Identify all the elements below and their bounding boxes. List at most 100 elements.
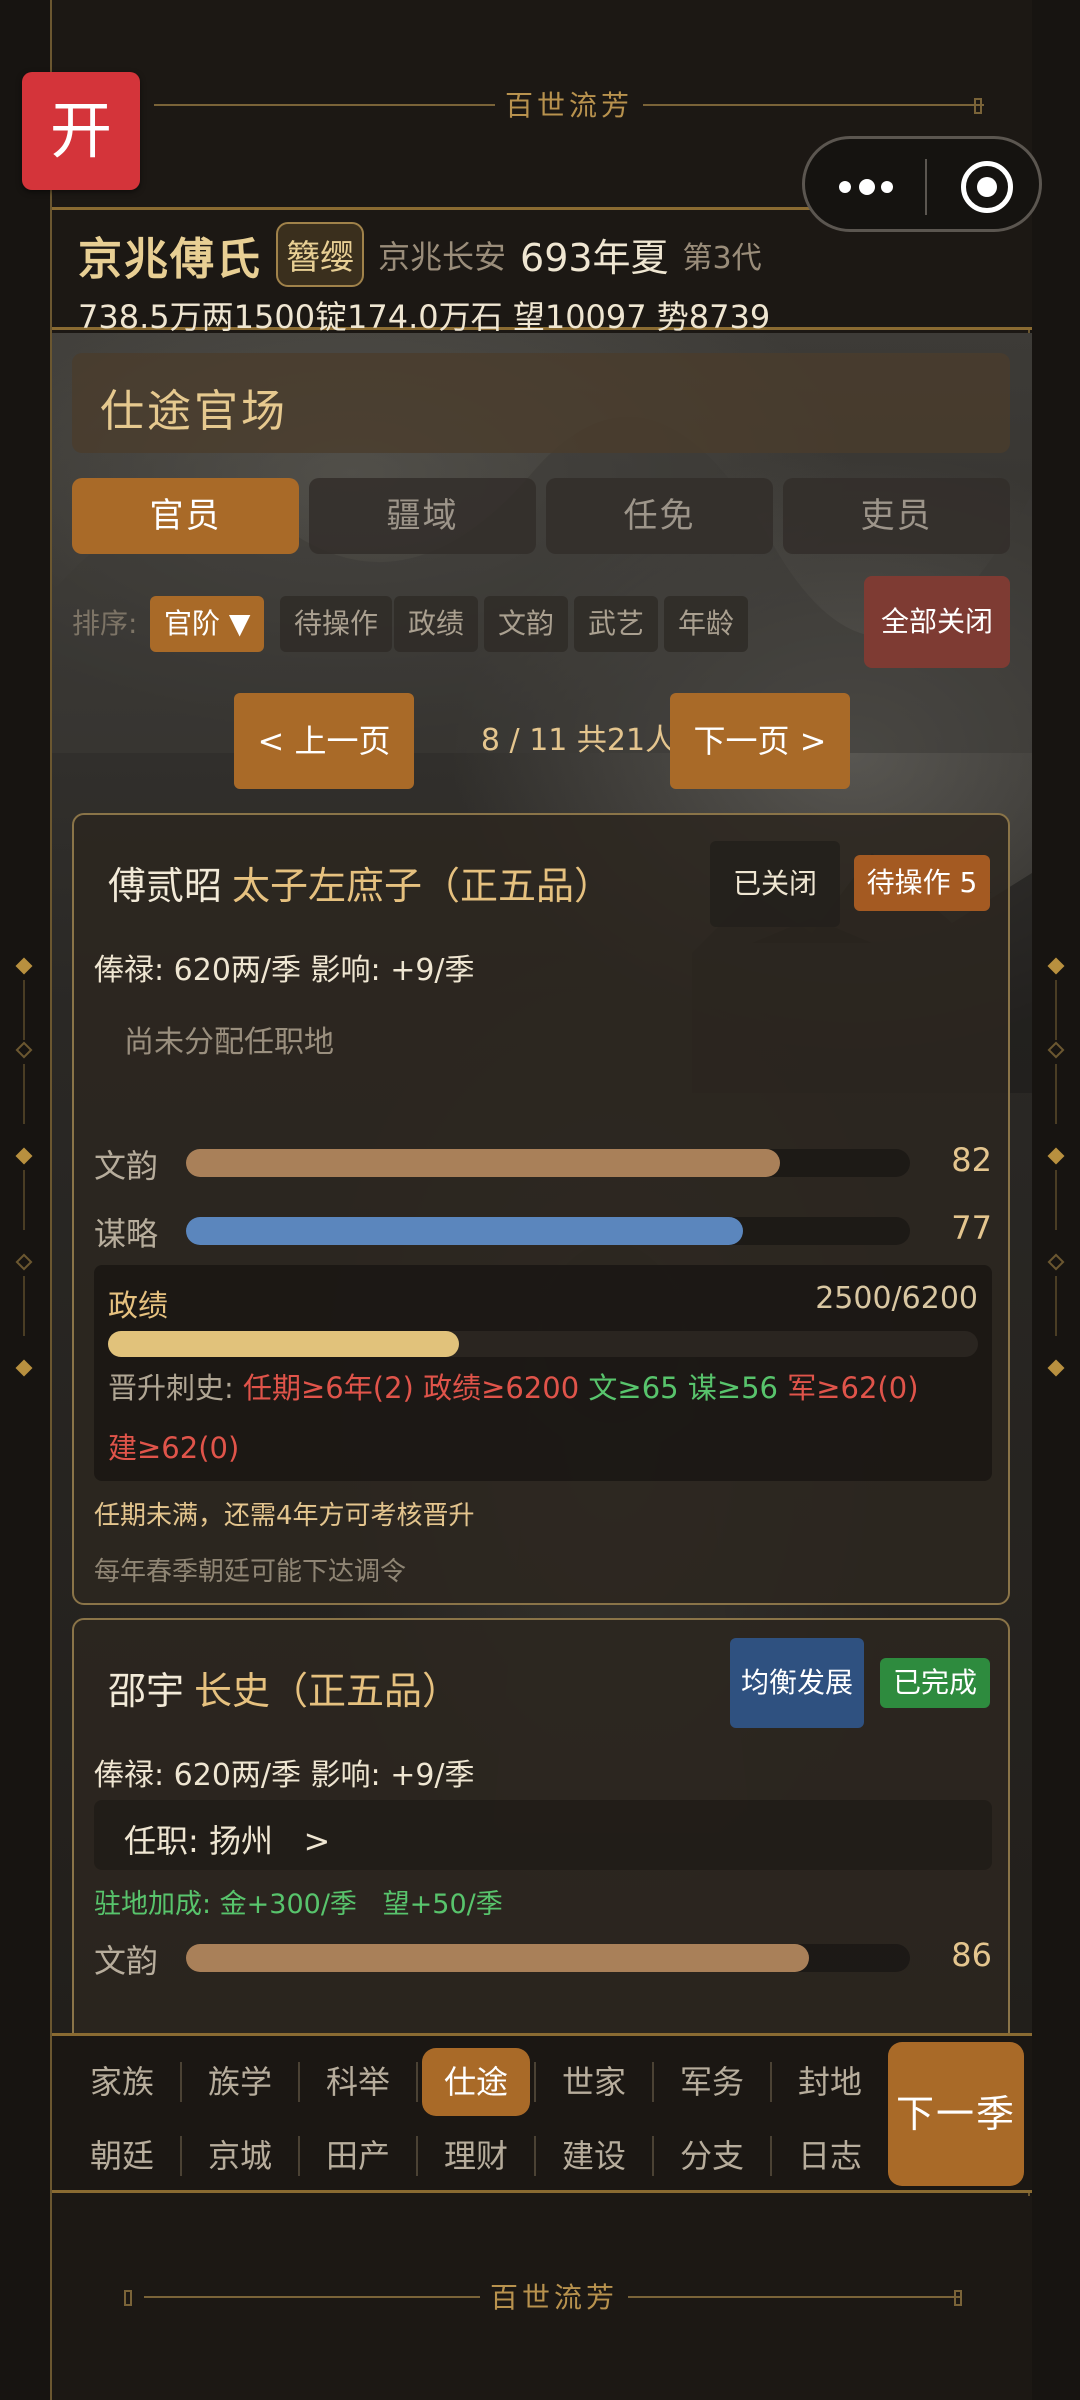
sort-pending[interactable]: 待操作	[280, 596, 393, 652]
merit-value: 2500/6200	[815, 1281, 978, 1316]
stat-fill	[186, 1217, 744, 1245]
family-generation: 第3代	[682, 240, 762, 276]
req-construction: 建≥62(0)	[108, 1431, 240, 1465]
nav-item-0-1[interactable]: 族学	[186, 2048, 294, 2116]
nav-separator	[298, 2136, 300, 2176]
req-literary: 文≥65	[588, 1371, 679, 1405]
transfer-note: 每年春季朝廷可能下达调令	[94, 1557, 407, 1587]
pagination: < 上一页 8 / 11 共21人 下一页 >	[52, 693, 1032, 789]
nav-separator	[298, 2062, 300, 2102]
nav-separator	[534, 2136, 536, 2176]
more-icon[interactable]	[839, 169, 899, 205]
nav-separator	[770, 2062, 772, 2102]
family-location: 京兆长安	[378, 237, 507, 276]
merit-fill	[108, 1331, 459, 1357]
salary-info: 俸禄: 620两/季 影响: +9/季	[94, 1758, 475, 1793]
nav-item-0-5[interactable]: 军务	[658, 2048, 766, 2116]
section-title: 仕途官场	[100, 386, 288, 437]
req-tenure: 任期≥6年(2)	[243, 1371, 414, 1405]
req-strategy: 谋≥56	[687, 1371, 779, 1405]
nav-separator	[652, 2062, 654, 2102]
tenure-note: 任期未满，还需4年方可考核晋升	[94, 1501, 475, 1531]
tab-appointments[interactable]: 任免	[546, 478, 773, 554]
stat-value: 86	[951, 1936, 992, 1974]
prev-page-button[interactable]: < 上一页	[234, 693, 414, 789]
tab-officials[interactable]: 官员	[72, 478, 299, 554]
req-military: 军≥62(0)	[787, 1371, 919, 1405]
page-info: 8 / 11 共21人	[480, 723, 676, 758]
sort-bar: 排序: 官阶 ▼ 待操作 政绩 文韵 武艺 年龄 全部关闭	[72, 576, 1010, 676]
tab-clerks[interactable]: 吏员	[783, 478, 1010, 554]
next-season-button[interactable]: 下一季	[888, 2042, 1024, 2186]
official-name: 傅贰昭	[108, 864, 223, 908]
sort-merit[interactable]: 政绩	[394, 596, 479, 652]
completed-badge: 已完成	[880, 1658, 990, 1708]
nav-item-1-2[interactable]: 田产	[304, 2122, 412, 2190]
sort-literary[interactable]: 文韵	[484, 596, 569, 652]
nav-item-1-6[interactable]: 日志	[776, 2122, 884, 2190]
nav-separator	[416, 2062, 418, 2102]
sort-rank[interactable]: 官阶 ▼	[150, 596, 265, 652]
nav-item-0-4[interactable]: 世家	[540, 2048, 648, 2116]
game-frame: 百世流芳 京兆傅氏 簪缨 京兆长安 693年夏 第3代 738.5万两1500锭…	[50, 0, 1032, 2400]
stat-literary: 文韵 82	[94, 1135, 992, 1185]
officials-panel: 仕途官场 官员 疆域 任免 吏员 排序: 官阶 ▼ 待操作 政绩 文韵 武艺 年…	[52, 333, 1032, 2033]
family-rank-badge: 簪缨	[276, 222, 364, 287]
bottom-nav: 家族 族学 科举 仕途 世家 军务 封地朝廷 京城 田产 理财 建设 分支 日志 下一季	[52, 2033, 1032, 2193]
nav-separator	[534, 2062, 536, 2102]
official-name: 邵宇	[108, 1669, 185, 1713]
nav-separator	[180, 2136, 182, 2176]
strategy-tag[interactable]: 均衡发展	[730, 1638, 864, 1728]
nav-item-1-4[interactable]: 建设	[540, 2122, 648, 2190]
next-page-button[interactable]: 下一页 >	[670, 693, 850, 789]
nav-item-0-2[interactable]: 科举	[304, 2048, 412, 2116]
pending-actions-badge[interactable]: 待操作 5	[854, 855, 990, 911]
promotion-label: 晋升刺史:	[108, 1371, 234, 1405]
stat-label: 谋略	[94, 1215, 159, 1253]
nav-separator	[770, 2136, 772, 2176]
assignment-location: 任职: 扬州 >	[124, 1822, 331, 1860]
sort-martial[interactable]: 武艺	[574, 596, 659, 652]
official-card: 傅贰昭 太子左庶子（正五品） 已关闭 待操作 5 俸禄: 620两/季 影响: +…	[72, 813, 1010, 1605]
official-position: 长史（正五品）	[194, 1669, 461, 1713]
stat-fill	[186, 1944, 809, 1972]
miniprogram-capsule	[802, 136, 1042, 232]
stat-value: 77	[951, 1209, 992, 1247]
open-menu-button[interactable]: 开	[22, 72, 140, 190]
stat-fill	[186, 1149, 780, 1177]
sort-age[interactable]: 年龄	[664, 596, 749, 652]
assignment-row[interactable]: 任职: 扬州 >	[94, 1800, 992, 1870]
promotion-requirements: 晋升刺史: 任期≥6年(2) 政绩≥6200 文≥65 谋≥56 军≥62(0)	[108, 1365, 919, 1407]
nav-item-1-1[interactable]: 京城	[186, 2122, 294, 2190]
close-miniprogram-icon[interactable]	[961, 161, 1013, 213]
bottom-banner: 百世流芳	[52, 2196, 1032, 2400]
game-date: 693年夏	[520, 236, 669, 280]
sort-label: 排序:	[72, 607, 138, 640]
closed-tag[interactable]: 已关闭	[710, 841, 840, 927]
merit-box: 政绩 2500/6200 晋升刺史: 任期≥6年(2) 政绩≥6200 文≥65…	[94, 1265, 992, 1481]
stat-value: 82	[951, 1141, 992, 1179]
nav-item-0-3[interactable]: 仕途	[422, 2048, 530, 2116]
assignment-status[interactable]: 尚未分配任职地	[124, 1017, 334, 1061]
nav-item-1-0[interactable]: 朝廷	[68, 2122, 176, 2190]
tab-territory[interactable]: 疆域	[309, 478, 536, 554]
salary-info: 俸禄: 620两/季 影响: +9/季	[94, 953, 475, 988]
nav-item-0-0[interactable]: 家族	[68, 2048, 176, 2116]
stat-label: 文韵	[94, 1942, 159, 1980]
nav-item-0-6[interactable]: 封地	[776, 2048, 884, 2116]
nav-separator	[416, 2136, 418, 2176]
banner-title-row: 百世流芳	[154, 84, 984, 124]
section-header: 仕途官场	[72, 353, 1010, 453]
stat-literary: 文韵 86	[94, 1930, 992, 1980]
close-all-button[interactable]: 全部关闭	[864, 576, 1010, 668]
nav-item-1-3[interactable]: 理财	[422, 2122, 530, 2190]
merit-label: 政绩	[108, 1289, 168, 1324]
garrison-bonus: 驻地加成: 金+300/季 望+50/季	[94, 1889, 503, 1920]
stat-label: 文韵	[94, 1147, 159, 1185]
game-title: 百世流芳	[494, 89, 643, 122]
nav-separator	[652, 2136, 654, 2176]
tab-bar: 官员 疆域 任免 吏员	[72, 478, 1010, 554]
footer-title: 百世流芳	[479, 2281, 628, 2314]
nav-item-1-5[interactable]: 分支	[658, 2122, 766, 2190]
nav-separator	[180, 2062, 182, 2102]
